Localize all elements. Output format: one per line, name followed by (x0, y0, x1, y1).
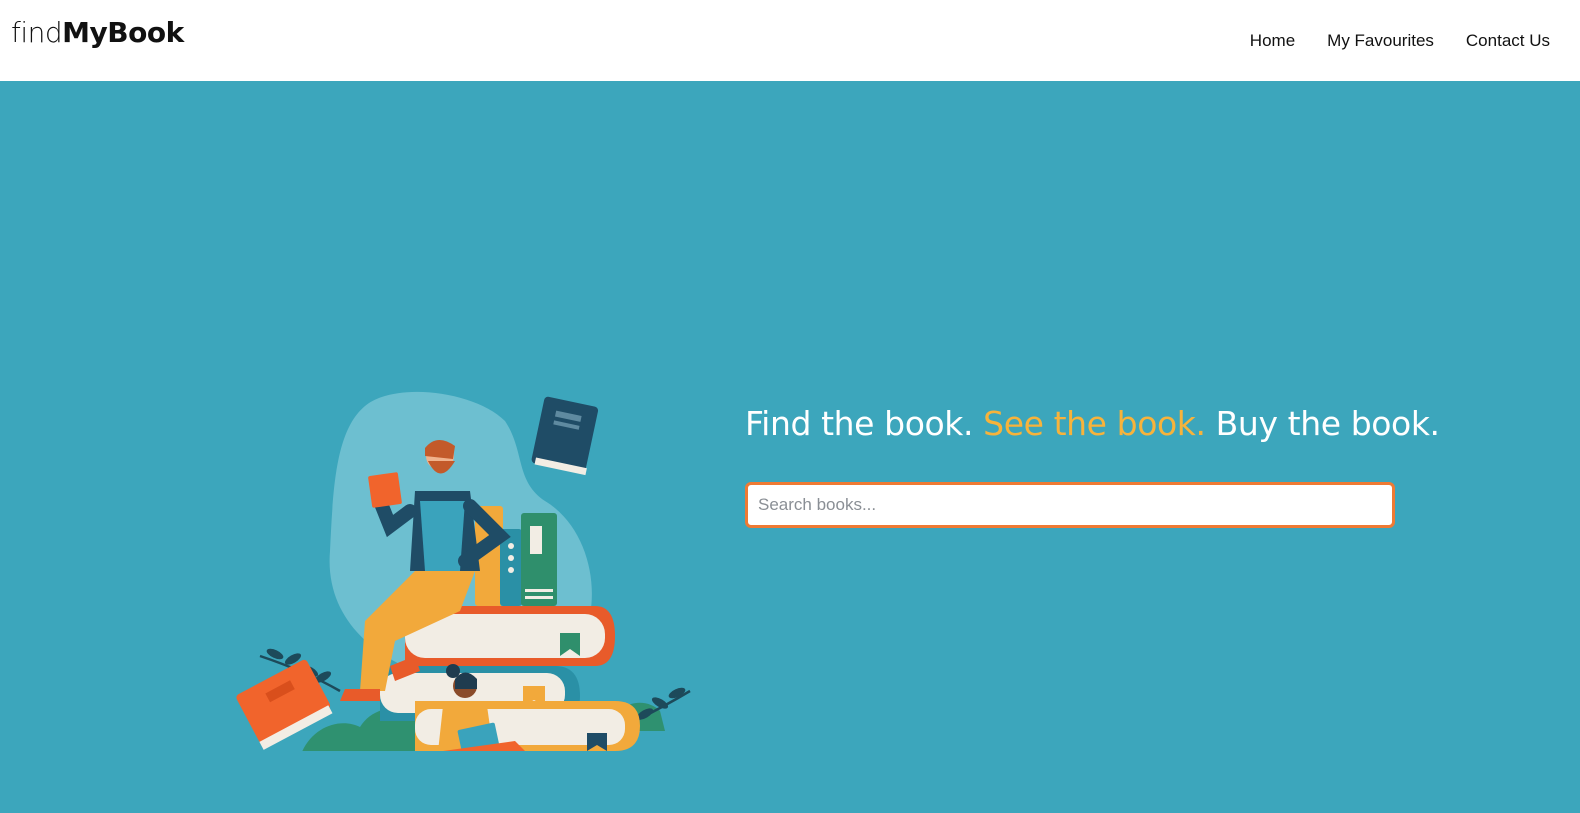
nav-home-link[interactable]: Home (1250, 30, 1295, 52)
brand-prefix: find (11, 16, 63, 49)
headline-find: Find the book. (745, 404, 984, 443)
brand-name: MyBook (62, 16, 184, 49)
brand-logo[interactable]: findMyBook (11, 16, 184, 49)
reading-illustration (236, 391, 691, 751)
nav-favourites-link[interactable]: My Favourites (1327, 30, 1434, 52)
hero-headline: Find the book. See the book. Buy the boo… (745, 404, 1440, 443)
search-input[interactable] (745, 482, 1395, 528)
navbar: findMyBook Home My Favourites Contact Us (0, 0, 1580, 81)
headline-see: See the book. (983, 404, 1206, 443)
main-nav: Home My Favourites Contact Us (1250, 30, 1550, 52)
hero-section: Find the book. See the book. Buy the boo… (0, 81, 1580, 813)
nav-contact-link[interactable]: Contact Us (1466, 30, 1550, 52)
headline-buy: Buy the book. (1205, 404, 1440, 443)
